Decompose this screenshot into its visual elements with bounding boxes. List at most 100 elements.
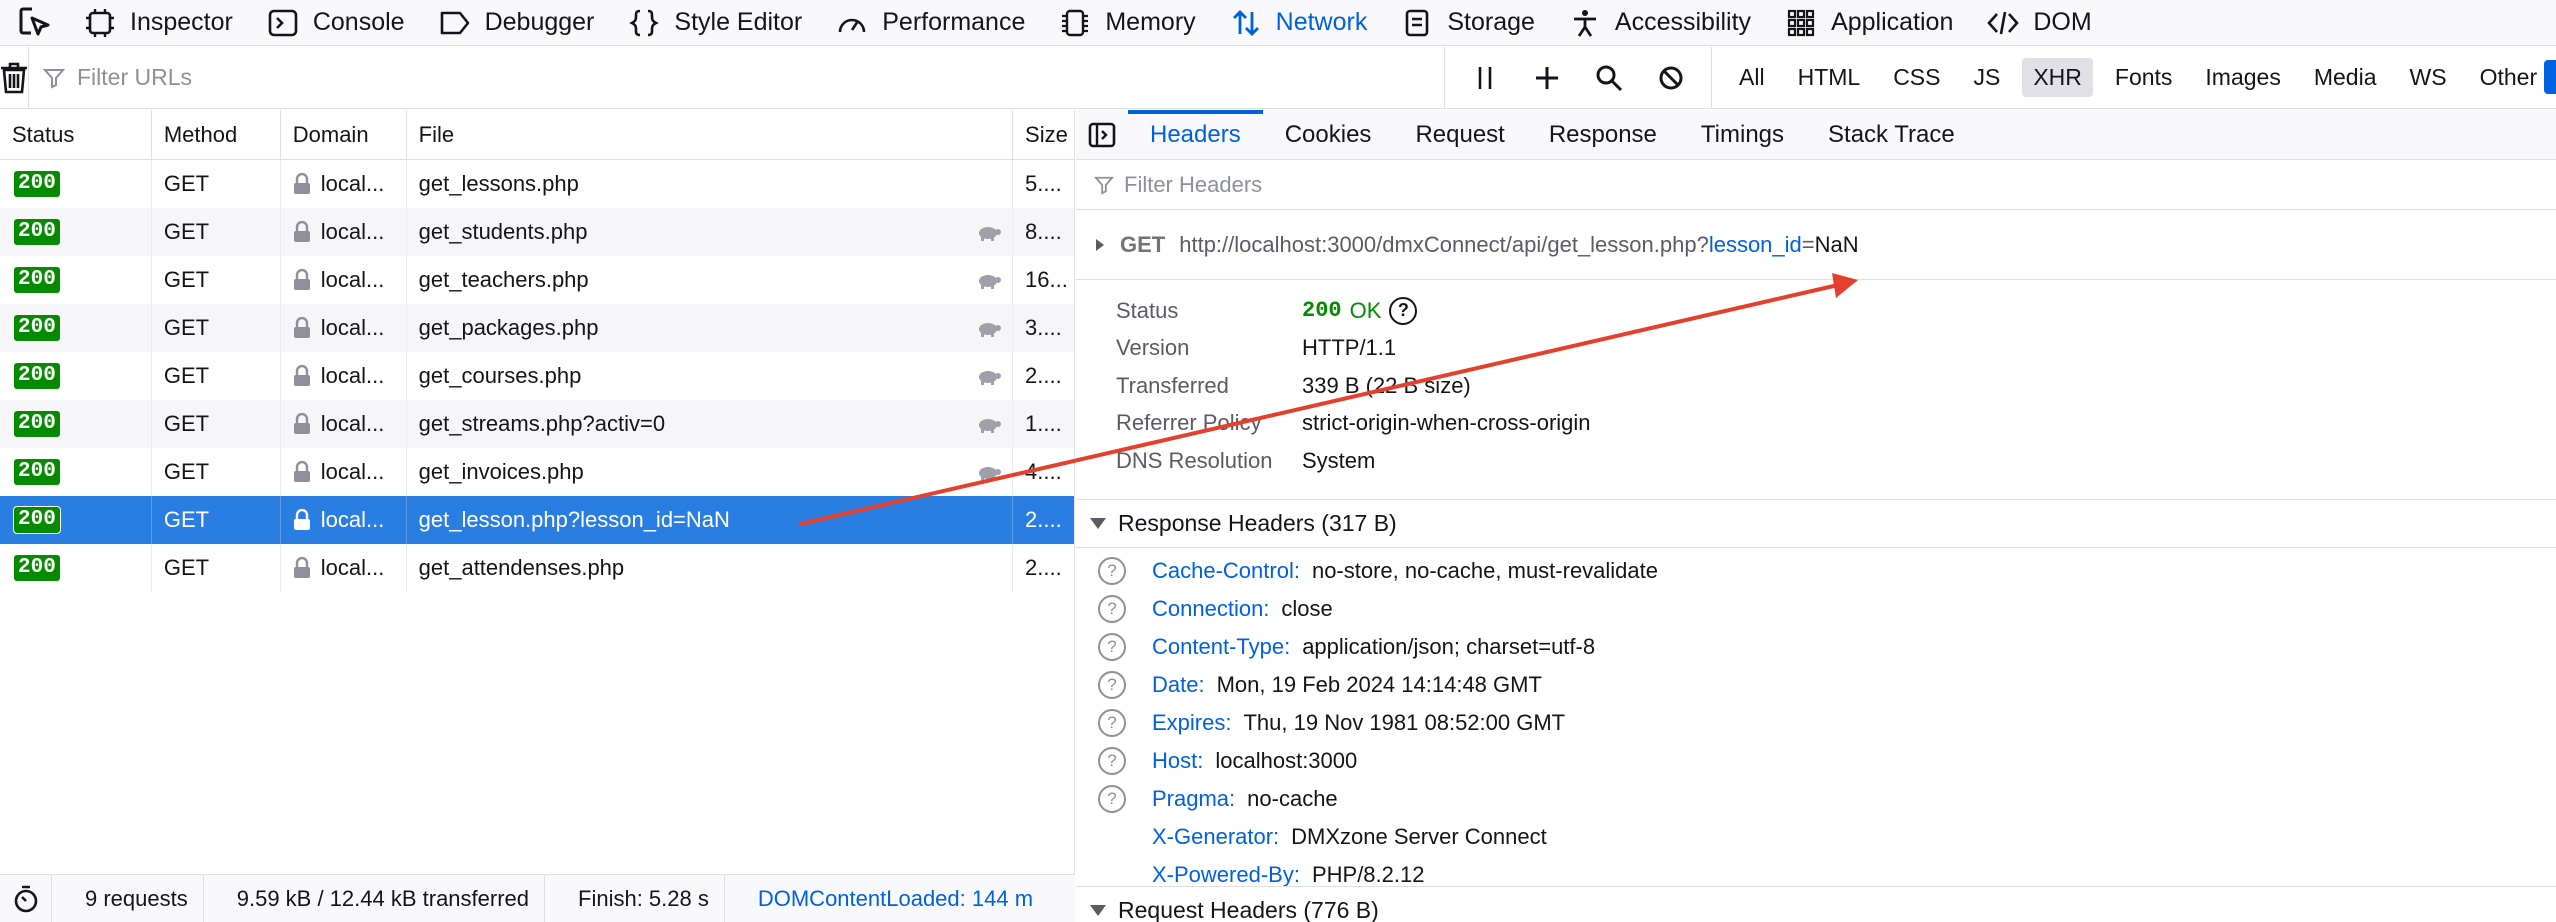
summary-value: strict-origin-when-cross-origin xyxy=(1302,410,1591,436)
details-tab-request[interactable]: Request xyxy=(1393,110,1526,160)
accessibility-icon xyxy=(1569,7,1601,39)
devtools-toolbar: Inspector Console Debugger Style Editor … xyxy=(0,0,2556,46)
help-icon[interactable]: ? xyxy=(1098,633,1126,661)
details-tab-headers[interactable]: Headers xyxy=(1128,110,1263,160)
search-button[interactable] xyxy=(1593,62,1625,94)
tab-application[interactable]: Application xyxy=(1769,0,1971,46)
table-row[interactable]: 200 GET local... get_invoices.php 4.... xyxy=(0,448,1074,496)
details-tab-response[interactable]: Response xyxy=(1527,110,1679,160)
column-domain[interactable]: Domain xyxy=(281,110,407,159)
header-value: application/json; charset=utf-8 xyxy=(1302,634,1596,659)
block-requests-button[interactable] xyxy=(1655,62,1687,94)
add-button[interactable] xyxy=(1531,62,1563,94)
toggle-sidebar-button[interactable] xyxy=(1076,110,1128,160)
file-text: get_invoices.php xyxy=(418,459,584,484)
filter-headers-input[interactable] xyxy=(1124,171,2124,198)
network-filter-bar: All HTML CSS JS XHR Fonts Images Media WS Other xyxy=(0,46,2556,109)
tab-debugger[interactable]: Debugger xyxy=(423,0,613,46)
details-tab-stack-trace[interactable]: Stack Trace xyxy=(1806,110,1977,160)
cell-file: get_lessons.php xyxy=(407,160,1014,208)
type-filter-ws[interactable]: WS xyxy=(2399,58,2458,97)
help-icon[interactable]: ? xyxy=(1098,785,1126,813)
help-icon[interactable]: ? xyxy=(1098,595,1126,623)
cell-size: 2.... xyxy=(1025,507,1062,532)
response-headers-toggle[interactable]: Response Headers (317 B) xyxy=(1076,500,2556,548)
details-tab-cookies[interactable]: Cookies xyxy=(1263,110,1394,160)
request-headers-toggle[interactable]: Request Headers (776 B) xyxy=(1076,886,2556,922)
table-row[interactable]: 200 GET local... get_students.php 8.... xyxy=(0,208,1074,256)
slow-request-icon xyxy=(976,415,1002,433)
trash-icon xyxy=(1,62,27,93)
type-filter-all[interactable]: All xyxy=(1728,58,1776,97)
element-picker-button[interactable] xyxy=(0,0,68,46)
type-filter-css[interactable]: CSS xyxy=(1882,58,1951,97)
table-row[interactable]: 200 GET local... get_packages.php 3.... xyxy=(0,304,1074,352)
column-size[interactable]: Size xyxy=(1013,110,1074,159)
details-tab-timings[interactable]: Timings xyxy=(1679,110,1806,160)
tab-inspector[interactable]: Inspector xyxy=(68,0,251,46)
type-filter-html[interactable]: HTML xyxy=(1787,58,1872,97)
cell-status: 200 xyxy=(0,448,152,496)
cell-file: get_invoices.php xyxy=(407,448,1014,496)
tab-style-editor[interactable]: Style Editor xyxy=(612,0,820,46)
status-badge: 200 xyxy=(14,315,60,341)
dom-icon xyxy=(1987,7,2020,39)
slow-request-icon xyxy=(976,271,1002,289)
help-icon[interactable]: ? xyxy=(1098,709,1126,737)
lock-icon xyxy=(293,317,311,339)
requests-table: Status Method Domain File Size 200 GET l… xyxy=(0,110,1075,874)
tab-label: DOM xyxy=(2033,8,2092,36)
type-filter-xhr[interactable]: XHR xyxy=(2022,58,2093,97)
table-row[interactable]: 200 GET local... get_lessons.php 5.... xyxy=(0,160,1074,208)
status-badge: 200 xyxy=(14,555,60,581)
header-value: Mon, 19 Feb 2024 14:14:48 GMT xyxy=(1216,672,1542,697)
tab-accessibility[interactable]: Accessibility xyxy=(1553,0,1769,46)
tab-performance[interactable]: Performance xyxy=(820,0,1043,46)
cell-domain: local... xyxy=(281,160,407,208)
filter-urls-input[interactable] xyxy=(77,64,1377,91)
domain-text: local... xyxy=(320,315,385,340)
type-filter-other[interactable]: Other xyxy=(2469,58,2549,97)
tab-dom[interactable]: DOM xyxy=(1971,0,2109,46)
header-name: Content-Type: xyxy=(1152,634,1291,659)
tab-storage[interactable]: Storage xyxy=(1385,0,1553,46)
lock-icon xyxy=(293,221,311,243)
help-icon[interactable]: ? xyxy=(1389,296,1418,325)
clear-requests-button[interactable] xyxy=(0,46,29,109)
response-header-row: ? Date: Mon, 19 Feb 2024 14:14:48 GMT xyxy=(1076,666,2556,704)
help-icon[interactable]: ? xyxy=(1098,671,1126,699)
plus-icon xyxy=(1536,66,1558,89)
table-row[interactable]: 200 GET local... get_courses.php 2.... xyxy=(0,352,1074,400)
type-filter-images[interactable]: Images xyxy=(2194,58,2291,97)
table-row[interactable]: 200 GET local... get_teachers.php 16... xyxy=(0,256,1074,304)
help-icon[interactable]: ? xyxy=(1098,747,1126,775)
header-value: no-cache xyxy=(1247,786,1338,811)
table-row[interactable]: 200 GET local... get_lesson.php?lesson_i… xyxy=(0,496,1074,544)
tab-network[interactable]: Network xyxy=(1214,0,1386,46)
column-method[interactable]: Method xyxy=(152,110,281,159)
help-icon[interactable]: ? xyxy=(1098,557,1126,585)
settings-checkbox[interactable] xyxy=(2544,60,2556,94)
tab-console[interactable]: Console xyxy=(251,0,423,46)
cell-domain: local... xyxy=(281,256,407,304)
column-status[interactable]: Status xyxy=(0,110,152,159)
summary-value: HTTP/1.1 xyxy=(1302,335,1397,361)
type-filter-media[interactable]: Media xyxy=(2303,58,2388,97)
table-row[interactable]: 200 GET local... get_attendenses.php 2..… xyxy=(0,544,1074,592)
summary-version: Version HTTP/1.1 xyxy=(1116,330,2556,368)
cell-method: GET xyxy=(152,304,281,352)
table-row[interactable]: 200 GET local... get_streams.php?activ=0… xyxy=(0,400,1074,448)
performance-analysis-button[interactable] xyxy=(0,875,52,922)
type-filter-fonts[interactable]: Fonts xyxy=(2104,58,2184,97)
tab-memory[interactable]: Memory xyxy=(1043,0,1213,46)
type-filter-js[interactable]: JS xyxy=(1962,58,2011,97)
pause-button[interactable] xyxy=(1469,62,1501,94)
column-file[interactable]: File xyxy=(407,110,1014,159)
request-url-row[interactable]: GET http://localhost:3000/dmxConnect/api… xyxy=(1076,210,2556,280)
debugger-icon xyxy=(439,7,471,39)
lock-icon xyxy=(293,269,311,291)
header-value: DMXzone Server Connect xyxy=(1291,824,1547,849)
block-icon xyxy=(1659,66,1683,89)
header-value: PHP/8.2.12 xyxy=(1311,862,1425,887)
summary-status: Status 200 OK? xyxy=(1116,292,2556,330)
